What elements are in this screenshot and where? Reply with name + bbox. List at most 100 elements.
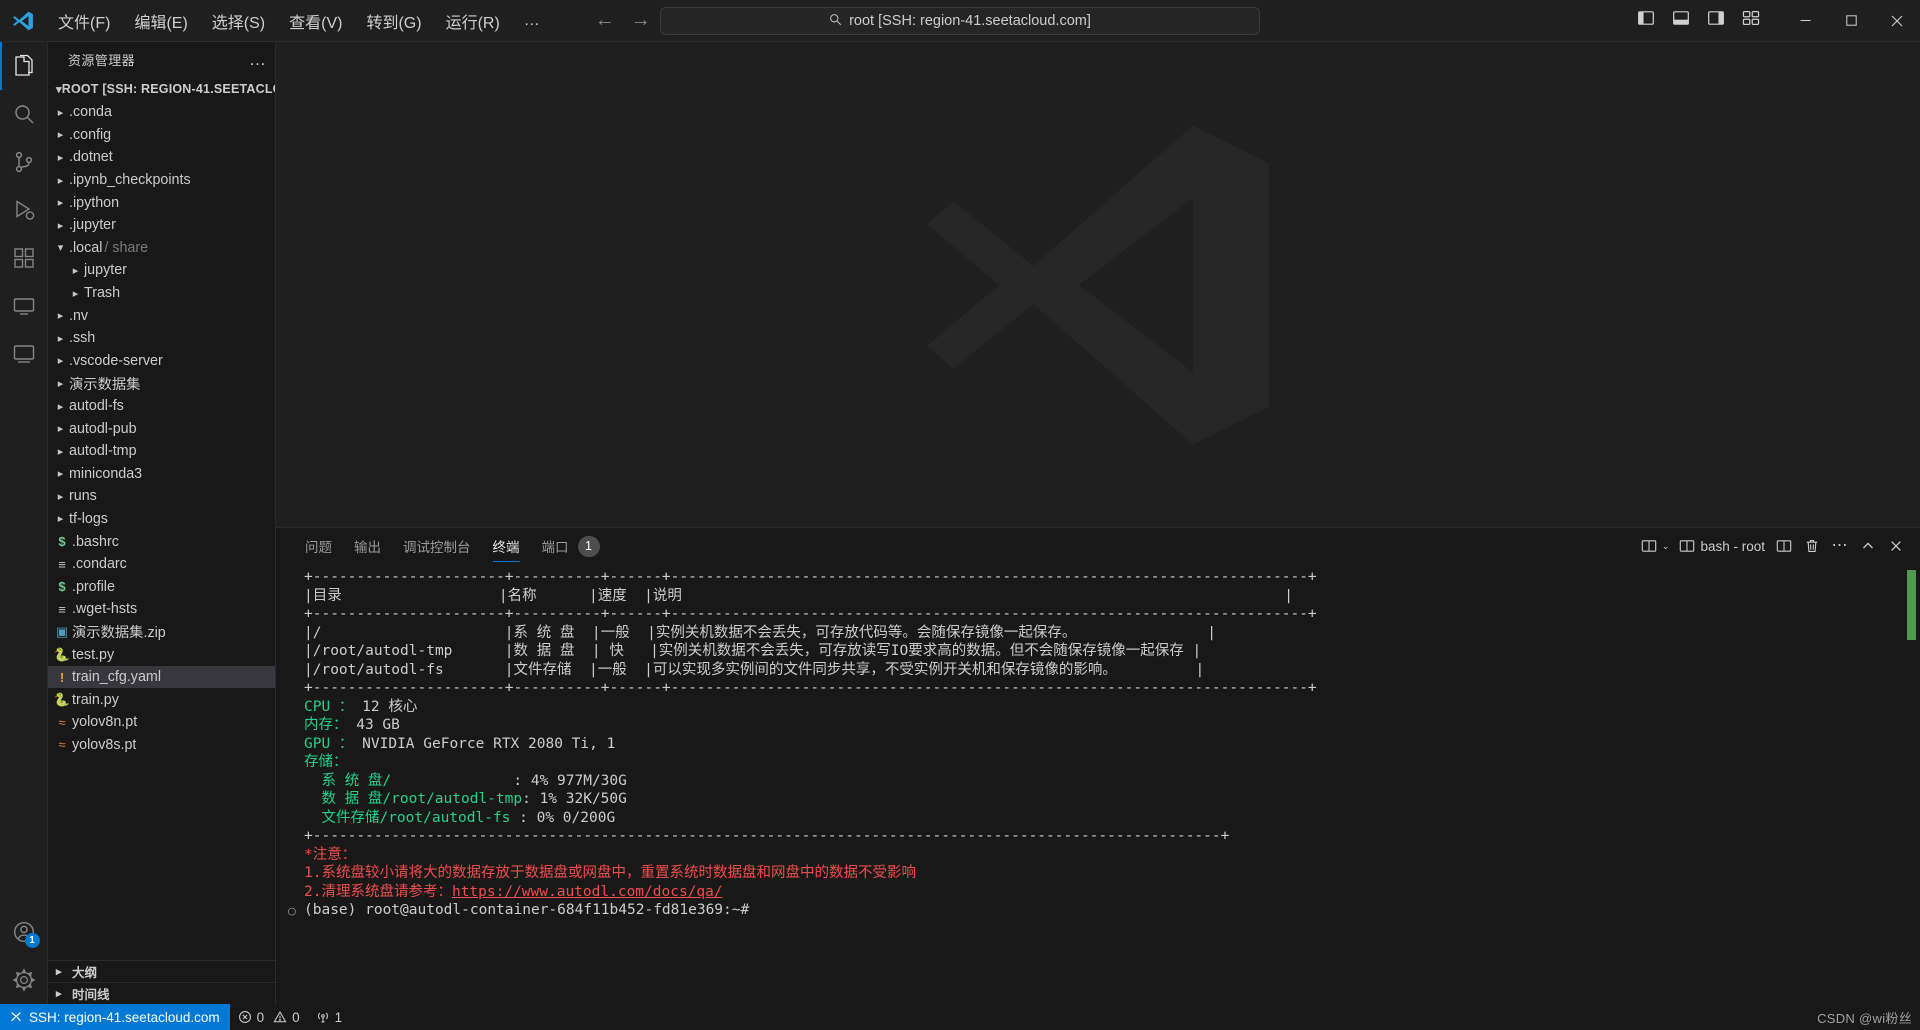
terminal-table-row: |/root/autodl-tmp |数 据 盘 | 快 |实例关机数据不会丢失…: [304, 642, 1920, 661]
activity-extensions[interactable]: [0, 234, 48, 282]
terminal-table-border-bottom: +----------------------+----------+-----…: [304, 679, 1920, 698]
terminal-prompt: (base) root@autodl-container-684f11b452-…: [304, 901, 1920, 920]
tree-item-config[interactable]: ▸.config: [48, 124, 275, 147]
terminal-storage-line: 文件存储/root/autodl-fs : 0% 0/200G: [304, 809, 1920, 828]
toggle-primary-sidebar-icon[interactable]: [1637, 9, 1655, 32]
split-terminal-button[interactable]: [1770, 531, 1798, 561]
tree-item-vscode-server[interactable]: ▸.vscode-server: [48, 350, 275, 373]
tree-item-dotnet[interactable]: ▸.dotnet: [48, 146, 275, 169]
menu-view[interactable]: 查看(V): [277, 5, 354, 37]
split-terminal-icon: [1776, 538, 1792, 554]
tree-item-nv[interactable]: ▸.nv: [48, 304, 275, 327]
tree-item-label: autodl-fs: [69, 398, 124, 414]
trash-icon: [1804, 538, 1820, 554]
chevron-right-icon: ▸: [67, 287, 84, 300]
window-maximize-button[interactable]: [1828, 0, 1874, 42]
tree-item-jupyter[interactable]: ▸.jupyter: [48, 214, 275, 237]
menu-more[interactable]: …: [512, 8, 552, 34]
menu-file[interactable]: 文件(F): [46, 5, 122, 37]
menu-run[interactable]: 运行(R): [434, 5, 512, 37]
tree-item-ipynb-checkpoints[interactable]: ▸.ipynb_checkpoints: [48, 169, 275, 192]
tree-item-bashrc[interactable]: $.bashrc: [48, 530, 275, 553]
sidebar-section-outline[interactable]: ▸ 大纲: [48, 960, 275, 982]
tree-item-local[interactable]: ▾.local/ share: [48, 237, 275, 260]
terminal-name-button[interactable]: bash - root: [1674, 531, 1770, 561]
terminal-scroll-thumb[interactable]: [1907, 570, 1916, 640]
activity-run-debug[interactable]: [0, 186, 48, 234]
tree-item-test-py[interactable]: 🐍test.py: [48, 643, 275, 666]
activity-remote-explorer[interactable]: [0, 282, 48, 330]
tree-item-ipython[interactable]: ▸.ipython: [48, 191, 275, 214]
command-center[interactable]: root [SSH: region-41.seetacloud.com]: [660, 7, 1260, 35]
tree-item-zip[interactable]: ▣演示数据集.zip: [48, 621, 275, 644]
sidebar-more-actions-icon[interactable]: …: [249, 50, 267, 70]
menu-edit[interactable]: 编辑(E): [122, 5, 199, 37]
tree-item-autodl-fs[interactable]: ▸autodl-fs: [48, 395, 275, 418]
terminal-scrollbar[interactable]: [1908, 564, 1918, 1004]
tree-item-ssh[interactable]: ▸.ssh: [48, 327, 275, 350]
back-arrow-icon[interactable]: ←: [594, 9, 616, 32]
tab-terminal-label: 终端: [493, 536, 520, 556]
close-panel-button[interactable]: [1882, 531, 1910, 561]
kill-terminal-button[interactable]: [1798, 531, 1826, 561]
activity-test-explorer[interactable]: [0, 330, 48, 378]
chevron-right-icon: ▸: [52, 151, 69, 164]
problems-status[interactable]: 0 0: [230, 1004, 308, 1030]
sidebar-section-timeline[interactable]: ▸ 时间线: [48, 982, 275, 1004]
ellipsis-icon: ⋯: [1832, 541, 1849, 551]
tree-item-trash[interactable]: ▸Trash: [48, 282, 275, 305]
terminal-note: 1.系统盘较小请将大的数据存放于数据盘或网盘中，重置系统时数据盘和网盘中的数据不…: [304, 864, 1920, 883]
tree-item-label: 演示数据集: [69, 373, 140, 394]
tree-item-runs[interactable]: ▸runs: [48, 485, 275, 508]
tree-item-train-py[interactable]: 🐍train.py: [48, 688, 275, 711]
tab-ports[interactable]: 端口 1: [531, 528, 611, 564]
ports-status[interactable]: 1: [308, 1004, 351, 1030]
tree-item-autodl-pub[interactable]: ▸autodl-pub: [48, 417, 275, 440]
tree-item-conda[interactable]: ▸.conda: [48, 101, 275, 124]
tree-item-miniconda3[interactable]: ▸miniconda3: [48, 463, 275, 486]
activity-search[interactable]: [0, 90, 48, 138]
menu-go[interactable]: 转到(G): [354, 5, 433, 37]
activity-accounts[interactable]: 1: [0, 908, 48, 956]
toggle-panel-icon[interactable]: [1672, 9, 1690, 32]
tab-debug-console[interactable]: 调试控制台: [392, 528, 482, 564]
tree-item-profile[interactable]: $.profile: [48, 575, 275, 598]
terminal-layout-button[interactable]: ⌄: [1636, 531, 1675, 561]
search-icon: [829, 13, 842, 29]
tree-item-yolov8n-pt[interactable]: ≈yolov8n.pt: [48, 711, 275, 734]
tree-item-tf-logs[interactable]: ▸tf-logs: [48, 508, 275, 531]
remote-indicator[interactable]: SSH: region-41.seetacloud.com: [0, 1004, 230, 1030]
activity-explorer[interactable]: [0, 42, 48, 90]
timeline-label: 时间线: [72, 984, 110, 1003]
tab-problems[interactable]: 问题: [294, 528, 343, 564]
activity-settings[interactable]: [0, 956, 48, 1004]
forward-arrow-icon[interactable]: →: [630, 9, 652, 32]
window-close-button[interactable]: [1874, 0, 1920, 42]
terminal-view[interactable]: +----------------------+----------+-----…: [276, 564, 1920, 1004]
tree-item-condarc[interactable]: ≡.condarc: [48, 553, 275, 576]
activity-source-control[interactable]: [0, 138, 48, 186]
warning-count: 0: [292, 1010, 300, 1025]
search-box[interactable]: root [SSH: region-41.seetacloud.com]: [660, 7, 1260, 35]
tree-item-train-cfg-yaml[interactable]: !train_cfg.yaml: [48, 666, 275, 689]
tree-item-label: .config: [69, 127, 111, 143]
panel-actions: ⌄ bash - root: [1636, 531, 1920, 561]
toggle-secondary-sidebar-icon[interactable]: [1707, 9, 1725, 32]
tree-item-yolov8s-pt[interactable]: ≈yolov8s.pt: [48, 734, 275, 757]
tree-item-wget-hsts[interactable]: ≡.wget-hsts: [48, 598, 275, 621]
window-minimize-button[interactable]: [1782, 0, 1828, 42]
panel-more-actions-button[interactable]: ⋯: [1826, 531, 1854, 561]
tree-item-label: .profile: [72, 579, 115, 595]
chevron-right-icon: ▸: [52, 106, 69, 119]
tree-item-label: autodl-tmp: [69, 443, 137, 459]
customize-layout-icon[interactable]: [1742, 9, 1760, 32]
tree-item-autodl-tmp[interactable]: ▸autodl-tmp: [48, 440, 275, 463]
menu-selection[interactable]: 选择(S): [200, 5, 277, 37]
tab-terminal[interactable]: 终端: [482, 528, 531, 564]
tab-output[interactable]: 输出: [343, 528, 392, 564]
explorer-root-folder[interactable]: ▾ ROOT [SSH: REGION-41.SEETACLOUD...: [48, 77, 275, 101]
maximize-panel-button[interactable]: [1854, 531, 1882, 561]
remote-label: SSH: region-41.seetacloud.com: [29, 1010, 220, 1025]
tree-item-[interactable]: ▸演示数据集: [48, 372, 275, 395]
tree-item-jupyter[interactable]: ▸jupyter: [48, 259, 275, 282]
